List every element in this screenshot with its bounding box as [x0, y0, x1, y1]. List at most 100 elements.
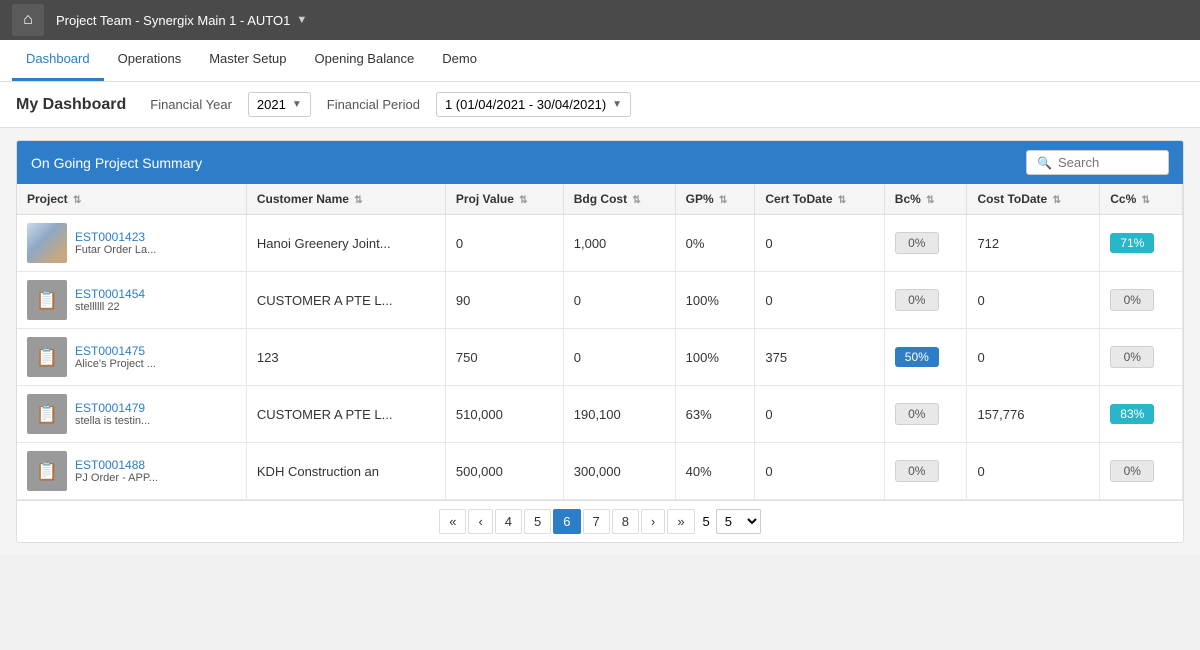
- cell-cc-pct: 0%: [1100, 329, 1183, 386]
- page-prev-button[interactable]: ‹: [468, 509, 492, 534]
- project-cell: EST0001423 Futar Order La...: [27, 223, 236, 263]
- cell-gp-pct: 40%: [675, 443, 755, 500]
- page-7-button[interactable]: 7: [583, 509, 610, 534]
- col-gp-pct[interactable]: GP% ⇅: [675, 184, 755, 215]
- search-input[interactable]: [1058, 155, 1158, 170]
- col-customer-name[interactable]: Customer Name ⇅: [246, 184, 445, 215]
- project-thumb: 📋: [27, 451, 67, 491]
- project-id[interactable]: EST0001454: [75, 287, 145, 301]
- pagination: « ‹ 4 5 6 7 8 › » 5 5 10 20: [17, 500, 1183, 542]
- card-header: On Going Project Summary 🔍: [17, 141, 1183, 184]
- nav-item-demo[interactable]: Demo: [428, 39, 491, 81]
- cell-proj-value: 510,000: [445, 386, 563, 443]
- project-info: EST0001423 Futar Order La...: [75, 230, 156, 256]
- cell-cost-todate: 712: [967, 215, 1100, 272]
- cell-proj-value: 90: [445, 272, 563, 329]
- nav-bar: Dashboard Operations Master Setup Openin…: [0, 40, 1200, 82]
- col-cc-pct[interactable]: Cc% ⇅: [1100, 184, 1183, 215]
- table-row: 📋 EST0001479 stella is testin... CUSTOME…: [17, 386, 1183, 443]
- cell-bc-pct: 0%: [884, 443, 967, 500]
- cell-cc-pct: 0%: [1100, 272, 1183, 329]
- main-content: On Going Project Summary 🔍 Project ⇅ Cus…: [0, 128, 1200, 555]
- cell-cc-pct: 83%: [1100, 386, 1183, 443]
- bc-badge: 0%: [895, 232, 939, 254]
- cell-gp-pct: 0%: [675, 215, 755, 272]
- col-cert-todate[interactable]: Cert ToDate ⇅: [755, 184, 884, 215]
- col-proj-value[interactable]: Proj Value ⇅: [445, 184, 563, 215]
- project-thumb: 📋: [27, 394, 67, 434]
- project-table: Project ⇅ Customer Name ⇅ Proj Value ⇅ B…: [17, 184, 1183, 500]
- financial-year-chevron-icon: ▼: [292, 99, 302, 110]
- project-thumb: [27, 223, 67, 263]
- financial-year-select[interactable]: 2021 ▼: [248, 92, 311, 117]
- bc-badge: 0%: [895, 460, 939, 482]
- project-cell: 📋 EST0001488 PJ Order - APP...: [27, 451, 236, 491]
- project-id[interactable]: EST0001479: [75, 401, 150, 415]
- financial-period-label: Financial Period: [327, 97, 420, 112]
- cc-badge: 0%: [1110, 460, 1154, 482]
- title-chevron-icon[interactable]: ▼: [296, 14, 307, 26]
- page-size-select[interactable]: 5 10 20: [716, 509, 761, 534]
- nav-item-operations[interactable]: Operations: [104, 39, 196, 81]
- page-4-button[interactable]: 4: [495, 509, 522, 534]
- dashboard-header: My Dashboard Financial Year 2021 ▼ Finan…: [0, 82, 1200, 128]
- cell-project: 📋 EST0001479 stella is testin...: [17, 386, 246, 443]
- project-id[interactable]: EST0001488: [75, 458, 158, 472]
- search-box[interactable]: 🔍: [1026, 150, 1169, 175]
- dashboard-title: My Dashboard: [16, 96, 126, 114]
- cell-customer: 123: [246, 329, 445, 386]
- project-thumb: 📋: [27, 280, 67, 320]
- search-icon: 🔍: [1037, 156, 1052, 170]
- home-button[interactable]: ⌂: [12, 4, 44, 36]
- cell-cost-todate: 157,776: [967, 386, 1100, 443]
- cell-cost-todate: 0: [967, 443, 1100, 500]
- col-bc-pct[interactable]: Bc% ⇅: [884, 184, 967, 215]
- project-cell: 📋 EST0001475 Alice's Project ...: [27, 337, 236, 377]
- project-thumb: 📋: [27, 337, 67, 377]
- cell-gp-pct: 100%: [675, 329, 755, 386]
- table-row: 📋 EST0001475 Alice's Project ... 123 750…: [17, 329, 1183, 386]
- project-summary-card: On Going Project Summary 🔍 Project ⇅ Cus…: [16, 140, 1184, 543]
- cell-gp-pct: 63%: [675, 386, 755, 443]
- financial-year-value: 2021: [257, 97, 286, 112]
- nav-item-master-setup[interactable]: Master Setup: [195, 39, 300, 81]
- cell-bc-pct: 0%: [884, 215, 967, 272]
- top-bar: ⌂ Project Team - Synergix Main 1 - AUTO1…: [0, 0, 1200, 40]
- col-bdg-cost[interactable]: Bdg Cost ⇅: [563, 184, 675, 215]
- table-wrapper[interactable]: Project ⇅ Customer Name ⇅ Proj Value ⇅ B…: [17, 184, 1183, 500]
- cell-gp-pct: 100%: [675, 272, 755, 329]
- project-id[interactable]: EST0001423: [75, 230, 156, 244]
- cell-cert-todate: 375: [755, 329, 884, 386]
- cell-bdg-cost: 1,000: [563, 215, 675, 272]
- nav-item-dashboard[interactable]: Dashboard: [12, 39, 104, 81]
- project-cell: 📋 EST0001479 stella is testin...: [27, 394, 236, 434]
- page-5-button[interactable]: 5: [524, 509, 551, 534]
- col-cost-todate[interactable]: Cost ToDate ⇅: [967, 184, 1100, 215]
- page-8-button[interactable]: 8: [612, 509, 639, 534]
- project-title: Project Team - Synergix Main 1 - AUTO1: [56, 13, 290, 28]
- financial-period-select[interactable]: 1 (01/04/2021 - 30/04/2021) ▼: [436, 92, 631, 117]
- table-row: 📋 EST0001454 stellllll 22 CUSTOMER A PTE…: [17, 272, 1183, 329]
- cell-proj-value: 0: [445, 215, 563, 272]
- cell-cert-todate: 0: [755, 215, 884, 272]
- project-info: EST0001479 stella is testin...: [75, 401, 150, 427]
- col-project[interactable]: Project ⇅: [17, 184, 246, 215]
- financial-period-chevron-icon: ▼: [612, 99, 622, 110]
- page-next-button[interactable]: ›: [641, 509, 665, 534]
- project-name: Futar Order La...: [75, 244, 156, 256]
- nav-item-opening-balance[interactable]: Opening Balance: [301, 39, 429, 81]
- top-bar-title: Project Team - Synergix Main 1 - AUTO1 ▼: [56, 13, 307, 28]
- cell-bdg-cost: 0: [563, 272, 675, 329]
- page-size-label: 5: [703, 514, 710, 529]
- page-6-button[interactable]: 6: [553, 509, 580, 534]
- cell-project: 📋 EST0001475 Alice's Project ...: [17, 329, 246, 386]
- table-row: EST0001423 Futar Order La... Hanoi Green…: [17, 215, 1183, 272]
- cell-cost-todate: 0: [967, 272, 1100, 329]
- cell-customer: KDH Construction an: [246, 443, 445, 500]
- table-row: 📋 EST0001488 PJ Order - APP... KDH Const…: [17, 443, 1183, 500]
- cell-bc-pct: 50%: [884, 329, 967, 386]
- page-first-button[interactable]: «: [439, 509, 466, 534]
- page-last-button[interactable]: »: [667, 509, 694, 534]
- cc-badge: 0%: [1110, 346, 1154, 368]
- project-id[interactable]: EST0001475: [75, 344, 156, 358]
